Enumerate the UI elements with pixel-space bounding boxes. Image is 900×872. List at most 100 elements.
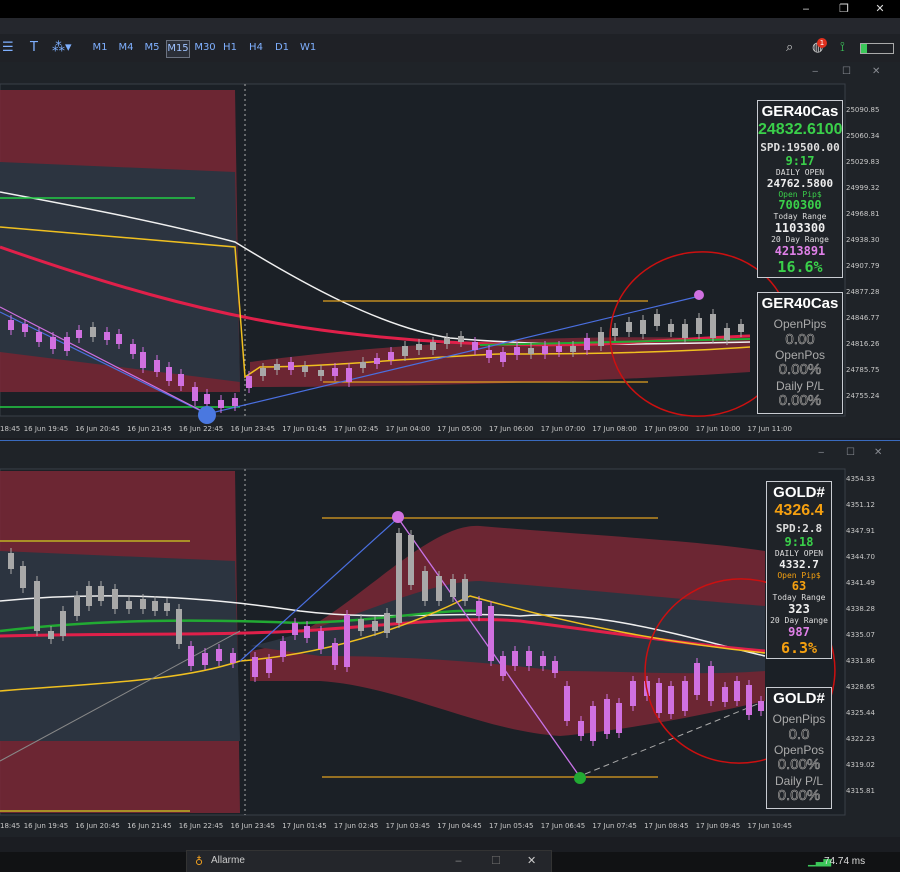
candle: [154, 360, 160, 372]
x-axis-label: 16 Jun 23:45: [230, 425, 275, 433]
timeframe-h1-button[interactable]: H1: [222, 40, 238, 56]
chart-window-ger40[interactable]: ‒ ☐ ✕ 25090.85 25060.34 25029.83 24999.3…: [0, 62, 900, 438]
y-axis-label: 24846.77: [846, 314, 880, 322]
candle: [188, 646, 194, 666]
candle: [74, 596, 80, 616]
candle: [266, 659, 272, 673]
alarm-restore[interactable]: ☐: [491, 854, 501, 867]
y-axis-label: 4319.02: [846, 761, 875, 769]
candle: [668, 686, 674, 714]
openpips-label: OpenPips: [773, 317, 827, 331]
y-axis-label: 25029.83: [846, 158, 880, 166]
menu-strip: [0, 18, 900, 34]
x-axis-label: 17 Jun 07:45: [592, 822, 637, 830]
candle: [34, 581, 40, 631]
timeframe-m15-button[interactable]: M15: [166, 40, 190, 58]
candle: [8, 553, 14, 569]
candle: [626, 322, 632, 332]
candle: [98, 586, 104, 601]
open-pips-value: 700300: [778, 198, 822, 212]
candle: [526, 651, 532, 666]
candle: [476, 601, 482, 616]
restore-button[interactable]: ❐: [830, 0, 858, 18]
x-axis-label: 18:45: [0, 425, 21, 433]
alarm-window[interactable]: ♁ Allarme ‒ ☐ ✕: [186, 850, 552, 872]
candle: [216, 649, 222, 661]
timer-label: 9:18: [784, 535, 814, 549]
timeframe-h4-button[interactable]: H4: [248, 40, 264, 56]
text-tool-icon[interactable]: T: [30, 40, 38, 56]
y-axis-label: 25090.85: [846, 106, 880, 114]
alarm-label: Allarme: [211, 855, 245, 866]
spread-label: SPD:2.8: [775, 522, 823, 535]
daily-open-label: DAILY OPEN: [774, 549, 824, 558]
candle: [570, 346, 576, 352]
candle: [302, 366, 308, 372]
pos-symbol-label: GOLD#: [773, 690, 825, 707]
x-axis-label: 16 Jun 22:45: [178, 425, 224, 433]
candle: [90, 327, 96, 337]
openpos-value: 0.00%: [778, 361, 822, 379]
timeframe-m5-button[interactable]: M5: [144, 40, 160, 56]
timeframe-m30-button[interactable]: M30: [194, 40, 216, 56]
x-axis-label: 17 Jun 05:00: [437, 425, 482, 433]
timeframe-m4-button[interactable]: M4: [118, 40, 134, 56]
candle: [152, 601, 158, 611]
candle: [358, 619, 364, 631]
y-axis-label: 4354.33: [846, 475, 875, 483]
bell-icon: ♁: [195, 855, 204, 868]
y-axis-label: 4351.12: [846, 501, 875, 509]
candle: [640, 320, 646, 334]
chart-window-gold[interactable]: ‒ ☐ ✕ 4354.33 4351.12 4347.91 4344.70 43…: [0, 440, 900, 837]
candle: [140, 599, 146, 609]
candle: [60, 611, 66, 636]
y-axis-label: 4322.23: [846, 735, 875, 743]
candle: [384, 613, 390, 633]
x-axis-label: 16 Jun 21:45: [127, 822, 172, 830]
openpips-value: 0.0: [788, 726, 810, 744]
today-range-label: Today Range: [773, 212, 827, 221]
candle: [430, 342, 436, 350]
y-axis-label: 4315.81: [846, 787, 875, 795]
candle: [36, 332, 42, 342]
close-button[interactable]: ✕: [866, 0, 894, 18]
candle: [598, 332, 604, 346]
candle: [630, 681, 636, 706]
timeframe-w1-button[interactable]: W1: [300, 40, 316, 56]
candle: [388, 352, 394, 360]
objects-icon[interactable]: ⁂▾: [52, 40, 72, 56]
candle: [20, 566, 26, 588]
candle: [710, 314, 716, 338]
chart2-canvas[interactable]: [0, 441, 900, 837]
daily-open-label: DAILY OPEN: [775, 168, 825, 177]
minimize-button[interactable]: ‒: [792, 0, 820, 18]
candle: [694, 663, 700, 695]
today-range-label: Today Range: [772, 593, 826, 602]
symbol-label: GER40Cas: [761, 103, 839, 120]
x-axis-label: 17 Jun 01:45: [282, 822, 327, 830]
x-axis-label: 16 Jun 20:45: [75, 822, 120, 830]
candle: [8, 320, 14, 330]
y-axis-label: 4347.91: [846, 527, 875, 535]
x-axis-label: 17 Jun 08:45: [644, 822, 689, 830]
candle: [204, 394, 210, 404]
candle: [332, 643, 338, 665]
candle: [166, 367, 172, 381]
timeframe-m1-button[interactable]: M1: [92, 40, 108, 56]
today-range-value: 1103300: [774, 221, 826, 235]
chart1-info-panel: GER40Cas 24832.6100 SPD:19500.00 9:17 DA…: [757, 100, 843, 278]
candle: [604, 699, 610, 734]
search-icon[interactable]: ⌕: [786, 40, 793, 56]
timeframe-d1-button[interactable]: D1: [274, 40, 290, 56]
x-axis-label: 17 Jun 11:00: [747, 425, 792, 433]
openpos-value: 0.00%: [777, 756, 821, 774]
alarm-minimize[interactable]: ‒: [455, 854, 462, 867]
indicators-icon[interactable]: ☰: [2, 40, 14, 56]
x-axis-label: 16 Jun 22:45: [178, 822, 224, 830]
toolbar: ☰ T ⁂▾ M1 M4 M5 M15 M30 H1 H4 D1 W1 ⌕ ◍ 1 ⟟: [0, 34, 900, 63]
candle: [486, 350, 492, 358]
alarm-close[interactable]: ✕: [527, 854, 536, 867]
candle: [734, 681, 740, 701]
candle: [528, 348, 534, 354]
candle: [514, 347, 520, 355]
